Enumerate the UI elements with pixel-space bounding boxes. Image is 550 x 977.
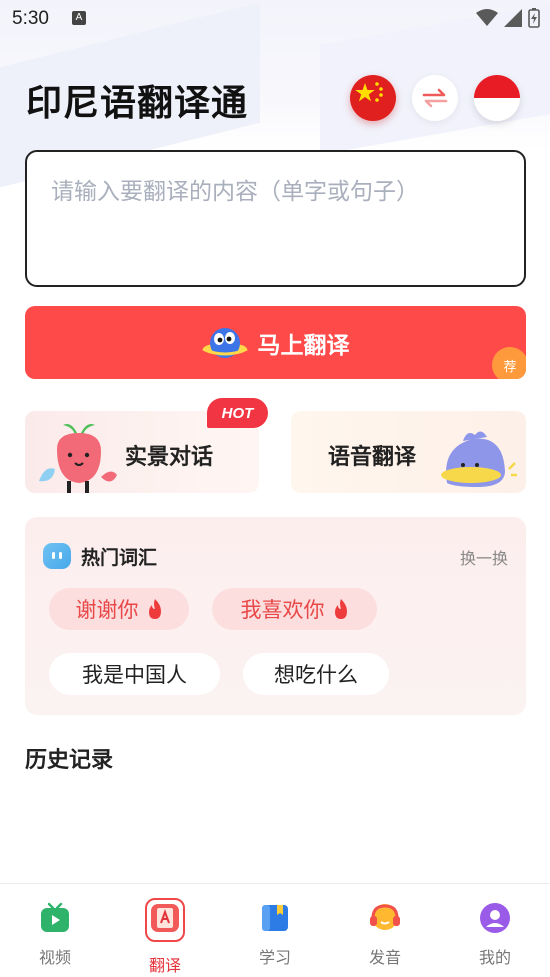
- translate-input-box: [25, 150, 526, 287]
- recommend-badge: 荐: [492, 347, 526, 379]
- tab-profile-label: 我的: [478, 948, 511, 967]
- notification-icon: A: [72, 11, 86, 25]
- refresh-words-button[interactable]: 换一换: [460, 545, 508, 569]
- history-title: 历史记录: [25, 748, 114, 773]
- tab-video-label: 视频: [38, 948, 71, 967]
- tab-profile[interactable]: 我的: [440, 884, 550, 977]
- strawberry-mascot-icon: [39, 424, 117, 493]
- page-title: 印尼语翻译通: [26, 83, 249, 124]
- translate-input[interactable]: [27, 152, 524, 285]
- hot-word-text: 谢谢你: [75, 598, 139, 622]
- tab-translate[interactable]: 翻译: [110, 884, 220, 977]
- tab-translate-label: 翻译: [148, 956, 181, 975]
- hot-word-chip[interactable]: 谢谢你: [49, 588, 189, 630]
- tab-pronunciation[interactable]: 发音: [330, 884, 440, 977]
- hot-words-title: 热门词汇: [81, 547, 158, 569]
- fire-icon: [148, 599, 161, 619]
- swap-languages-button[interactable]: [412, 75, 458, 121]
- hot-badge: HOT: [207, 398, 268, 428]
- voice-translate-label: 语音翻译: [328, 445, 417, 470]
- word-text: 我是中国人: [82, 663, 187, 687]
- word-text: 想吃什么: [274, 663, 358, 687]
- blob-mascot-icon: [441, 431, 517, 487]
- book-icon: [262, 905, 288, 931]
- voice-translate-card[interactable]: 语音翻译: [291, 411, 526, 493]
- planet-mascot-icon: [201, 327, 248, 358]
- wifi-icon: [476, 9, 498, 26]
- tab-study-label: 学习: [258, 948, 291, 967]
- scene-dialogue-label: 实景对话: [125, 445, 214, 470]
- status-time: 5:30: [12, 8, 49, 29]
- indonesia-flag-icon[interactable]: [474, 75, 520, 121]
- word-chip[interactable]: 我是中国人: [49, 653, 220, 695]
- status-icons: [476, 8, 540, 28]
- hot-word-text: 我喜欢你: [240, 598, 325, 622]
- china-flag-icon[interactable]: [350, 75, 396, 121]
- headset-icon: [370, 904, 400, 930]
- translate-now-label: 马上翻译: [257, 332, 350, 359]
- signal-icon: [504, 9, 522, 27]
- status-bar: 5:30 A: [0, 0, 550, 36]
- fire-icon: [334, 599, 347, 619]
- tab-translate-highlight: [145, 898, 185, 942]
- translate-icon: [151, 904, 179, 932]
- hot-word-chip[interactable]: 我喜欢你: [212, 588, 377, 630]
- bottom-tab-bar: 视频 翻译 学习 发音 我的: [0, 883, 550, 977]
- translate-now-button[interactable]: 马上翻译 荐: [25, 306, 526, 379]
- profile-icon: [480, 903, 510, 933]
- hot-words-panel: 热门词汇 换一换 谢谢你 我喜欢你 我是中国人 想吃什么: [25, 517, 526, 715]
- video-icon: [41, 902, 69, 932]
- tab-study[interactable]: 学习: [220, 884, 330, 977]
- battery-icon: [528, 8, 540, 28]
- robot-face-icon: [43, 543, 71, 569]
- tab-pronunciation-label: 发音: [368, 948, 401, 967]
- tab-video[interactable]: 视频: [0, 884, 110, 977]
- swap-arrows-icon: [422, 88, 448, 108]
- word-chip[interactable]: 想吃什么: [243, 653, 389, 695]
